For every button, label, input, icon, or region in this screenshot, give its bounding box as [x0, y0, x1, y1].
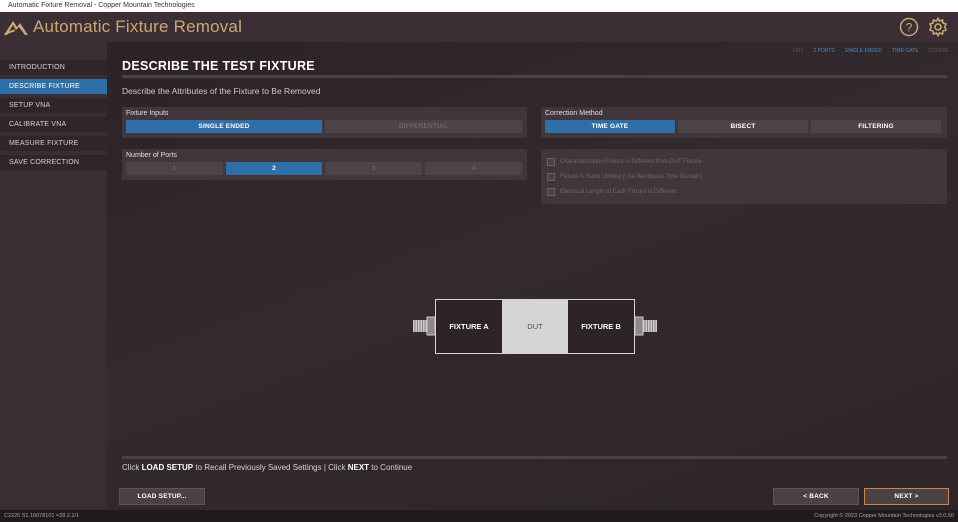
next-button[interactable]: NEXT > [864, 488, 949, 505]
progress-steps: FIXT 2 PORTS SINGLE ENDED TIME GATE CONF… [793, 48, 948, 54]
dut-label: DUT [502, 300, 568, 353]
status-left-text: C2220 S1.16078101 =28.2.1/1 [4, 513, 80, 519]
checkbox-row: Characterization Fixture is Different fr… [547, 154, 941, 169]
title-divider [122, 75, 947, 78]
mountain-logo-icon [4, 21, 28, 35]
fixture-a-label: FIXTURE A [449, 322, 489, 331]
progress-step: TIME GATE [891, 48, 919, 54]
checkbox-row: Fixture is Band Limited (Use Bandpass Ti… [547, 169, 941, 184]
correction-method-panel: Correction Method TIME GATE BISECT FILTE… [541, 107, 947, 138]
differential-button[interactable]: DIFFERENTIAL [325, 120, 522, 133]
fixture-diagram: FIXTURE A DUT FIXTURE B [411, 298, 657, 356]
instruction-part: Click [122, 463, 142, 472]
time-gate-button[interactable]: TIME GATE [545, 120, 675, 133]
window-titlebar: Automatic Fixture Removal - Copper Mount… [0, 0, 958, 12]
load-setup-button[interactable]: LOAD SETUP... [119, 488, 205, 505]
help-icon[interactable]: ? [899, 17, 919, 37]
checkbox-row: Electrical Length of Each Fixture is Dif… [547, 184, 941, 199]
fixture-inputs-panel: Fixture Inputs SINGLE ENDED DIFFERENTIAL [122, 107, 527, 138]
fixture-box: FIXTURE A DUT FIXTURE B [435, 299, 635, 354]
fixture-inputs-label: Fixture Inputs [126, 110, 169, 117]
number-of-ports-panel: Number of Ports 1 2 3 4 [122, 149, 527, 180]
characterization-fixture-checkbox[interactable] [547, 157, 555, 166]
number-of-ports-label: Number of Ports [126, 152, 177, 159]
filtering-button[interactable]: FILTERING [811, 120, 941, 133]
sidebar-item-save-correction[interactable]: SAVE CORRECTION [0, 155, 107, 170]
checkbox-label: Electrical Length of Each Fixture is Dif… [560, 188, 677, 195]
sidebar-item-setup-vna[interactable]: SETUP VNA [0, 98, 107, 113]
ports-4-button[interactable]: 4 [425, 162, 522, 175]
ports-1-button[interactable]: 1 [126, 162, 223, 175]
fixture-options-panel: Characterization Fixture is Different fr… [541, 149, 947, 204]
instruction-next-keyword: NEXT [347, 463, 370, 472]
instruction-part: to Recall Previously Saved Settings | Cl… [193, 463, 348, 472]
left-connector-icon [413, 316, 435, 336]
status-bar: C2220 S1.16078101 =28.2.1/1 Copyright © … [0, 510, 958, 522]
app-title: Automatic Fixture Removal [33, 17, 243, 36]
sidebar-item-calibrate-vna[interactable]: CALIBRATE VNA [0, 117, 107, 132]
right-connector-icon [635, 316, 657, 336]
electrical-length-checkbox[interactable] [547, 187, 555, 196]
single-ended-button[interactable]: SINGLE ENDED [126, 120, 322, 133]
progress-step: 2 PORTS [813, 48, 835, 54]
app-header: Automatic Fixture Removal ? [0, 12, 958, 42]
instruction-load-keyword: LOAD SETUP [141, 463, 194, 472]
sidebar-item-introduction[interactable]: INTRODUCTION [0, 60, 107, 75]
progress-step: FIXT [792, 48, 804, 54]
back-button[interactable]: < BACK [773, 488, 859, 505]
main-content: FIXT 2 PORTS SINGLE ENDED TIME GATE CONF… [107, 42, 958, 510]
gear-icon[interactable] [928, 17, 948, 37]
checkbox-label: Fixture is Band Limited (Use Bandpass Ti… [560, 173, 703, 180]
sidebar-item-describe-fixture[interactable]: DESCRIBE FIXTURE [0, 79, 107, 94]
window-title: Automatic Fixture Removal - Copper Mount… [8, 2, 195, 9]
copyright-text: Copyright © 2023 Copper Mountain Technol… [814, 513, 954, 519]
correction-method-label: Correction Method [545, 110, 603, 117]
ports-3-button[interactable]: 3 [325, 162, 422, 175]
checkbox-label: Characterization Fixture is Different fr… [560, 158, 702, 165]
instruction-text: Click LOAD SETUP to Recall Previously Sa… [122, 463, 412, 472]
progress-step: CONFIG [928, 48, 948, 54]
ports-2-button[interactable]: 2 [226, 162, 322, 175]
sidebar-item-measure-fixture[interactable]: MEASURE FIXTURE [0, 136, 107, 151]
page-title: DESCRIBE THE TEST FIXTURE [122, 59, 315, 73]
fixture-b-label: FIXTURE B [581, 322, 621, 331]
bisect-button[interactable]: BISECT [678, 120, 808, 133]
svg-text:?: ? [906, 21, 913, 35]
instruction-part: to Continue [369, 463, 413, 472]
progress-step: SINGLE ENDED [844, 48, 882, 54]
sidebar: INTRODUCTION DESCRIBE FIXTURE SETUP VNA … [0, 42, 107, 510]
band-limited-checkbox[interactable] [547, 172, 555, 181]
bottom-divider [122, 456, 947, 459]
page-subtitle: Describe the Attributes of the Fixture t… [122, 86, 321, 96]
